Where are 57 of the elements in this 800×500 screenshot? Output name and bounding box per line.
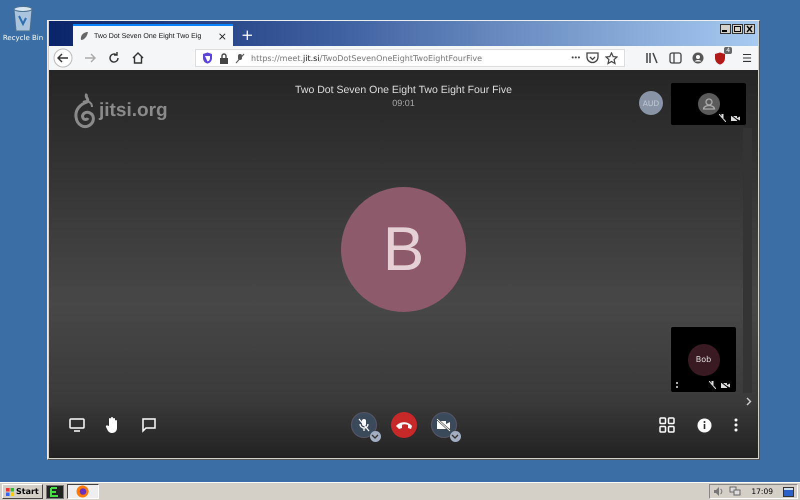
video-thumbnail[interactable]: [671, 83, 746, 125]
caret-icon[interactable]: [450, 431, 460, 442]
camera-off-icon: [721, 382, 730, 388]
tab-close-button[interactable]: ×: [218, 30, 227, 42]
scrollbar[interactable]: [743, 128, 752, 393]
network-icon[interactable]: [729, 486, 742, 497]
caret-icon[interactable]: [370, 431, 380, 442]
shield-icon: [202, 52, 213, 64]
tile-view-icon[interactable]: [659, 417, 675, 433]
muted-mic-icon: [356, 417, 370, 433]
hang-up-button[interactable]: [390, 412, 416, 438]
logo-text: jitsi.org: [99, 100, 168, 122]
new-tab-button[interactable]: +: [241, 28, 254, 43]
meeting-timer: 09:01: [392, 98, 415, 108]
start-button[interactable]: Start: [2, 484, 43, 499]
maximize-icon[interactable]: [732, 24, 743, 34]
browser-icon: [76, 485, 90, 498]
muted-mic-icon: [719, 114, 726, 122]
close-icon[interactable]: [744, 24, 755, 34]
terminal-icon[interactable]: [46, 484, 64, 498]
home-icon[interactable]: [131, 51, 145, 65]
meeting-title: Two Dot Seven One Eight Two Eight Four Five: [295, 84, 512, 96]
minimize-icon[interactable]: [720, 24, 731, 34]
speaker-icon[interactable]: [713, 486, 724, 497]
back-icon[interactable]: [53, 48, 73, 68]
library-icon[interactable]: [645, 52, 660, 64]
sidebar-icon[interactable]: [669, 52, 682, 64]
lock-icon: [219, 52, 229, 64]
url-text: https://meet.jit.si/TwoDotSevenOneEightTwoEightFourFive: [251, 54, 484, 62]
reload-icon[interactable]: [107, 51, 121, 65]
user-avatar-icon: [698, 93, 720, 115]
taskbar-app-button[interactable]: [66, 484, 99, 499]
muted-mic-icon: [709, 381, 716, 389]
phone-icon: [394, 420, 412, 430]
speaker-avatar: B: [341, 186, 466, 312]
star-icon[interactable]: [605, 52, 618, 64]
video-thumbnail[interactable]: Bob: [671, 327, 736, 392]
leaf-icon: [79, 31, 89, 41]
pocket-icon[interactable]: [586, 52, 599, 64]
account-icon[interactable]: [692, 52, 704, 64]
info-icon[interactable]: [697, 418, 712, 432]
more-options-icon[interactable]: [734, 418, 738, 432]
logo-icon: [73, 92, 97, 130]
chat-icon[interactable]: [141, 417, 157, 433]
camera-off-icon: [731, 114, 740, 122]
microphone-button[interactable]: [350, 412, 376, 438]
chevron-right-icon[interactable]: [746, 397, 752, 406]
camera-off-icon: [436, 418, 452, 432]
screen-share-icon[interactable]: [69, 418, 85, 432]
windows-logo-icon: [6, 488, 14, 496]
trash-icon[interactable]: [11, 4, 35, 32]
camera-button[interactable]: [430, 412, 456, 438]
shield-extension-icon[interactable]: [714, 52, 726, 64]
desktop-icon[interactable]: [783, 486, 794, 496]
participant-name: Bob: [696, 355, 712, 364]
muted-mic-icon: [235, 52, 245, 64]
menu-button[interactable]: ☰: [742, 52, 752, 64]
